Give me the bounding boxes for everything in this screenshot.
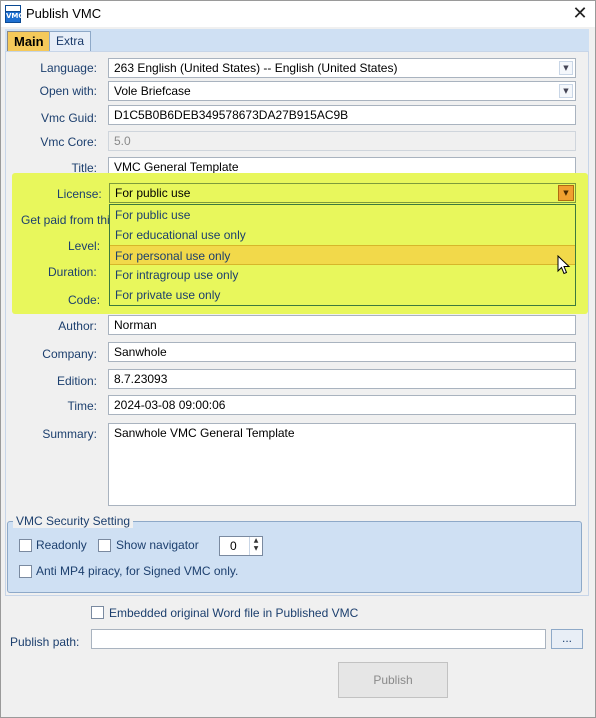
summary-textarea[interactable]: Sanwhole VMC General Template bbox=[108, 423, 576, 506]
chevron-down-icon[interactable]: ▼ bbox=[558, 185, 574, 201]
license-option[interactable]: For private use only bbox=[110, 285, 575, 305]
get-paid-label: Get paid from this bbox=[21, 213, 116, 227]
show-navigator-checkbox[interactable] bbox=[98, 539, 111, 552]
chevron-down-icon[interactable]: ▼ bbox=[559, 84, 573, 98]
duration-label: Duration: bbox=[48, 265, 97, 279]
anti-piracy-checkbox[interactable] bbox=[19, 565, 32, 578]
readonly-label: Readonly bbox=[36, 538, 87, 552]
tab-main[interactable]: Main bbox=[7, 31, 51, 52]
time-field[interactable]: 2024-03-08 09:00:06 bbox=[108, 395, 576, 415]
license-dropdown: For public use For educational use only … bbox=[109, 204, 576, 306]
license-label: License: bbox=[57, 187, 102, 201]
tab-extra[interactable]: Extra bbox=[49, 31, 92, 52]
navigator-value: 0 bbox=[230, 539, 237, 553]
open-with-label: Open with: bbox=[39, 84, 97, 98]
level-label: Level: bbox=[68, 239, 101, 253]
summary-label: Summary: bbox=[42, 427, 97, 441]
title-bar: VMC Publish VMC ✕ bbox=[1, 1, 595, 27]
vmc-guid-field[interactable]: D1C5B0B6DEB349578673DA27B915AC9B bbox=[108, 105, 576, 125]
language-value: 263 English (United States) -- English (… bbox=[114, 61, 398, 75]
publish-path-label: Publish path: bbox=[10, 635, 80, 649]
embed-word-label: Embedded original Word file in Published… bbox=[109, 606, 359, 620]
close-icon[interactable]: ✕ bbox=[565, 1, 595, 27]
license-value: For public use bbox=[115, 186, 191, 200]
publish-path-input[interactable] bbox=[91, 629, 546, 649]
company-label: Company: bbox=[42, 347, 97, 361]
anti-piracy-label: Anti MP4 piracy, for Signed VMC only. bbox=[36, 564, 239, 578]
readonly-checkbox[interactable] bbox=[19, 539, 32, 552]
author-label: Author: bbox=[58, 319, 97, 333]
edition-label: Edition: bbox=[56, 374, 97, 388]
time-label: Time: bbox=[67, 399, 97, 413]
vmc-app-icon: VMC bbox=[5, 5, 24, 23]
code-label: Code: bbox=[68, 293, 101, 307]
license-option[interactable]: For educational use only bbox=[110, 225, 575, 245]
author-field[interactable]: Norman bbox=[108, 315, 576, 335]
chevron-down-icon[interactable]: ▼ bbox=[559, 61, 573, 75]
security-setting-group bbox=[7, 521, 582, 593]
publish-vmc-window: VMC Publish VMC ✕ Main Extra Language: 2… bbox=[0, 0, 596, 718]
language-label: Language: bbox=[40, 61, 97, 75]
window-title: Publish VMC bbox=[26, 6, 102, 21]
license-option[interactable]: For intragroup use only bbox=[110, 265, 575, 285]
company-field[interactable]: Sanwhole bbox=[108, 342, 576, 362]
open-with-value: Vole Briefcase bbox=[114, 84, 191, 98]
vmc-guid-label: Vmc Guid: bbox=[40, 111, 97, 125]
tab-strip: Main Extra bbox=[5, 29, 589, 52]
open-with-combo[interactable]: Vole Briefcase ▼ bbox=[108, 81, 576, 101]
license-combo[interactable]: For public use ▼ bbox=[109, 183, 576, 203]
edition-field[interactable]: 8.7.23093 bbox=[108, 369, 576, 389]
spinner-arrows-icon[interactable]: ▲ ▼ bbox=[249, 537, 262, 555]
embed-word-checkbox[interactable] bbox=[91, 606, 104, 619]
language-combo[interactable]: 263 English (United States) -- English (… bbox=[108, 58, 576, 78]
publish-button[interactable]: Publish bbox=[338, 662, 448, 698]
navigator-spinner[interactable]: 0 ▲ ▼ bbox=[219, 536, 263, 556]
mouse-cursor-icon bbox=[557, 255, 571, 275]
security-setting-title: VMC Security Setting bbox=[13, 514, 134, 528]
vmc-core-field: 5.0 bbox=[108, 131, 576, 151]
browse-button[interactable]: ... bbox=[551, 629, 583, 649]
license-option[interactable]: For public use bbox=[110, 205, 575, 225]
show-navigator-label: Show navigator bbox=[116, 538, 199, 552]
vmc-core-label: Vmc Core: bbox=[40, 135, 97, 149]
license-option-selected[interactable]: For personal use only bbox=[110, 245, 575, 265]
